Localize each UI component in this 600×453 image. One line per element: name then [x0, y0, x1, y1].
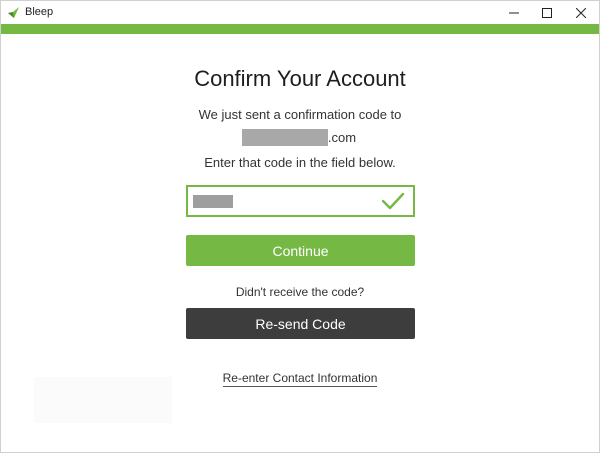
reenter-contact-link-row: Re-enter Contact Information — [1, 371, 599, 387]
maximize-icon — [542, 7, 552, 18]
email-suffix: .com — [327, 129, 357, 145]
page-title: Confirm Your Account — [194, 66, 406, 91]
close-icon — [576, 7, 586, 18]
redacted-email — [241, 128, 328, 146]
title-bar: Bleep — [1, 1, 599, 24]
instruction-text: Enter that code in the field below. — [204, 155, 396, 170]
reenter-contact-link[interactable]: Re-enter Contact Information — [222, 371, 378, 387]
check-icon — [381, 192, 405, 210]
minimize-icon — [509, 12, 519, 13]
accent-bar — [1, 24, 599, 34]
redacted-code — [193, 195, 233, 208]
close-button[interactable] — [563, 1, 599, 24]
minimize-button[interactable] — [496, 1, 532, 24]
continue-button[interactable]: Continue — [186, 235, 415, 266]
maximize-button[interactable] — [529, 1, 565, 24]
bleep-logo-icon — [8, 7, 19, 18]
resend-code-button[interactable]: Re-send Code — [186, 308, 415, 339]
email-address: .com — [1, 128, 599, 146]
resend-prompt: Didn't receive the code? — [235, 285, 365, 299]
confirmation-code-input[interactable] — [186, 185, 415, 217]
confirmation-message: We just sent a confirmation code to — [198, 107, 402, 122]
window-title: Bleep — [25, 6, 54, 18]
app-window: Bleep Confirm Your Account We just sent … — [0, 0, 600, 453]
